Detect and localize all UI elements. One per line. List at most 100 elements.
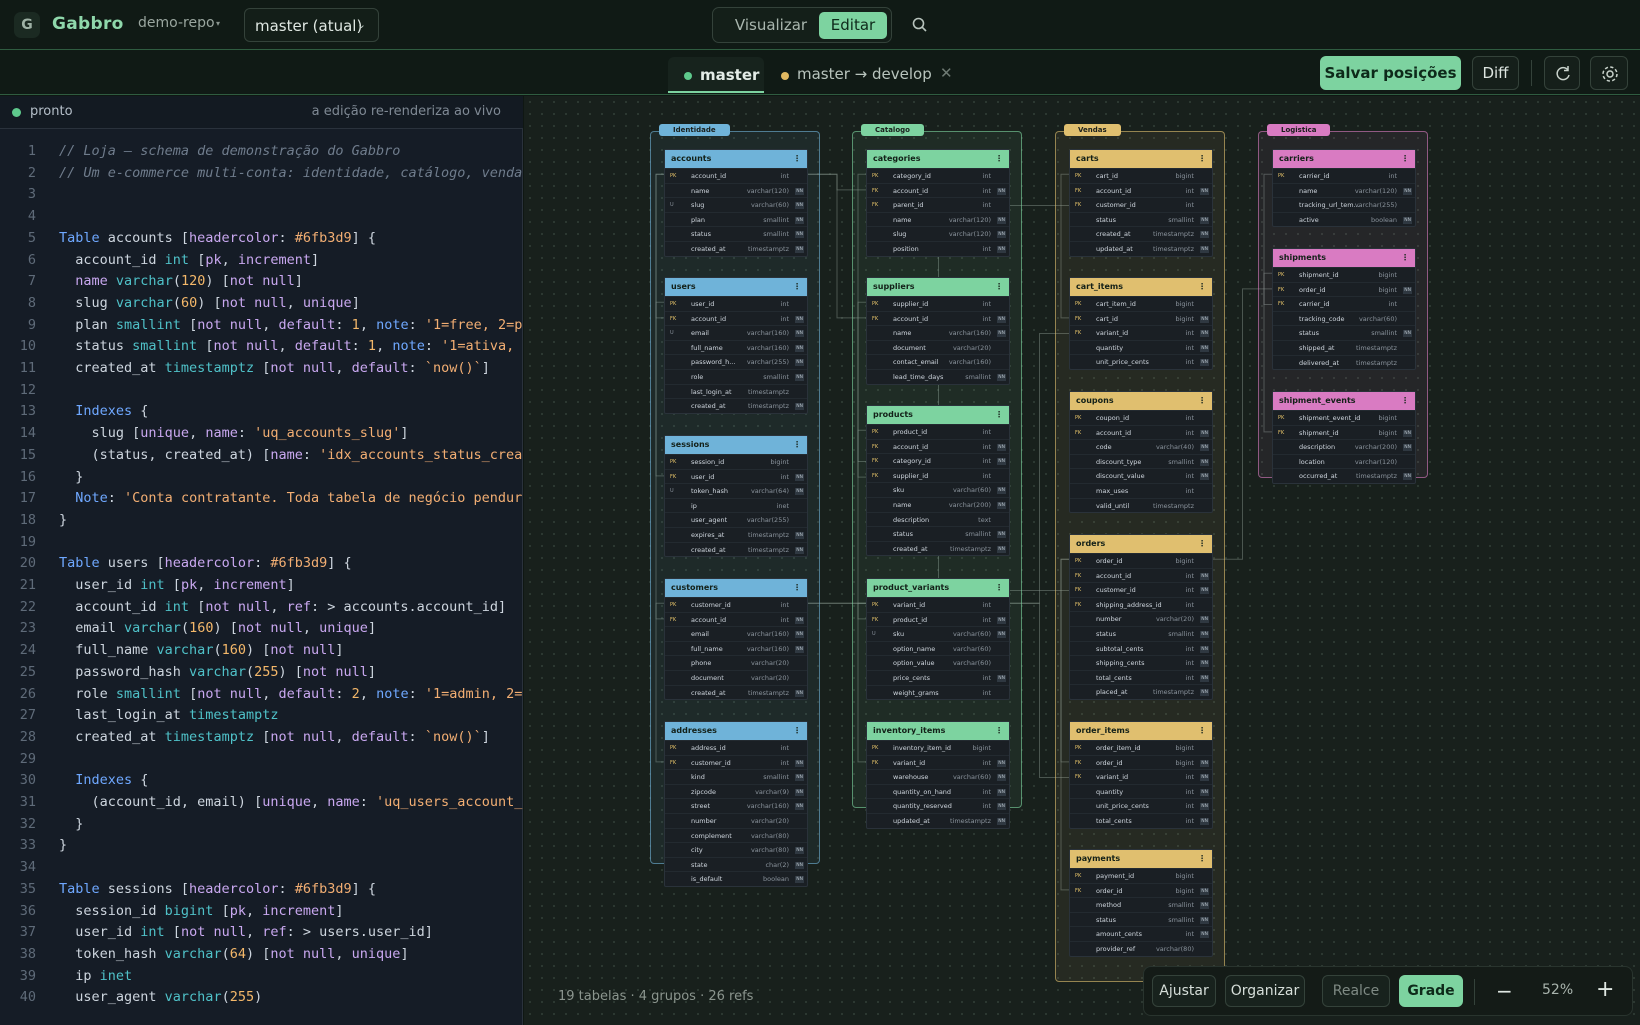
- table-row[interactable]: amount_cents int NN: [1070, 926, 1212, 941]
- table-row[interactable]: name varchar(120) NN: [665, 182, 807, 198]
- table-header[interactable]: categories ⋮: [867, 150, 1009, 168]
- table-menu-icon[interactable]: ⋮: [1198, 278, 1206, 296]
- table-cart_items[interactable]: cart_items ⋮ PK cart_item_id bigint FK cart_id…: [1069, 277, 1213, 370]
- table-row[interactable]: contact_email varchar(160): [867, 354, 1009, 369]
- table-row[interactable]: user_agent varchar(255): [665, 512, 807, 527]
- table-row[interactable]: updated_at timestamptz NN: [1070, 240, 1212, 256]
- table-menu-icon[interactable]: ⋮: [1198, 535, 1206, 553]
- table-row[interactable]: tracking_code varchar(60): [1273, 310, 1415, 326]
- close-icon[interactable]: ✕: [940, 64, 953, 82]
- code-line[interactable]: 18}: [0, 509, 523, 531]
- table-row[interactable]: Uemail varchar(160) NN: [665, 325, 807, 340]
- table-row[interactable]: email varchar(160) NN: [665, 626, 807, 641]
- highlight-button[interactable]: Realce: [1322, 975, 1390, 1007]
- organize-button[interactable]: Organizar: [1225, 975, 1305, 1007]
- code-line[interactable]: 21 user_id int [pk, increment]: [0, 574, 523, 596]
- table-row[interactable]: quantity int NN: [1070, 339, 1212, 355]
- table-row[interactable]: is_default boolean NN: [665, 871, 807, 886]
- table-row[interactable]: name varchar(160) NN: [867, 325, 1009, 340]
- table-row[interactable]: expires_at timestamptz NN: [665, 526, 807, 542]
- table-header[interactable]: carts ⋮: [1070, 150, 1212, 168]
- table-header[interactable]: coupons ⋮: [1070, 392, 1212, 410]
- table-menu-icon[interactable]: ⋮: [995, 722, 1003, 740]
- table-addresses[interactable]: addresses ⋮ PK address_id int FK customer_id in…: [664, 721, 808, 887]
- table-row[interactable]: FK account_id int NN: [1070, 182, 1212, 198]
- table-header[interactable]: cart_items ⋮: [1070, 278, 1212, 296]
- table-order_items[interactable]: order_items ⋮ PK order_item_id bigint FK order…: [1069, 721, 1213, 829]
- table-row[interactable]: complement varchar(80): [665, 827, 807, 843]
- table-row[interactable]: location varchar(120): [1273, 453, 1415, 469]
- code-line[interactable]: 33}: [0, 834, 523, 856]
- code-line[interactable]: 5 Table accounts [headercolor: #6fb3d9] {: [0, 227, 523, 249]
- table-row[interactable]: last_login_at timestamptz: [665, 383, 807, 399]
- code-line[interactable]: 12: [0, 379, 523, 401]
- table-row[interactable]: description text: [867, 511, 1009, 527]
- table-orders[interactable]: orders ⋮ PK order_id bigint FK account_id int NN…: [1069, 534, 1213, 700]
- group-label[interactable]: Identidade: [659, 124, 730, 136]
- tab-master[interactable]: master: [668, 57, 764, 93]
- table-row[interactable]: created_at timestamptz NN: [665, 398, 807, 413]
- table-header[interactable]: orders ⋮: [1070, 535, 1212, 553]
- table-row[interactable]: FK order_id bigint NN: [1070, 754, 1212, 770]
- code-line[interactable]: 8 slug varchar(60) [not null, unique]: [0, 292, 523, 314]
- code-line[interactable]: 2 // Um e-commerce multi-conta: identidad…: [0, 162, 523, 184]
- code-line[interactable]: 10 status smallint [not null, default: 1…: [0, 335, 523, 357]
- code-line[interactable]: 11 created_at timestamptz [not null, def…: [0, 357, 523, 379]
- table-product_variants[interactable]: product_variants ⋮ PK variant_id int FK produc…: [866, 578, 1010, 701]
- table-products[interactable]: products ⋮ PK product_id int FK account_id int N…: [866, 405, 1010, 557]
- table-row[interactable]: PK shipment_id bigint: [1273, 267, 1415, 282]
- table-users[interactable]: users ⋮ PK user_id int FK account_id int NN Uemai…: [664, 277, 808, 414]
- code-line[interactable]: 29: [0, 748, 523, 770]
- table-shipments[interactable]: shipments ⋮ PK shipment_id bigint FK order_id b…: [1272, 248, 1416, 371]
- table-row[interactable]: FK variant_id int NN: [1070, 769, 1212, 784]
- code-line[interactable]: 35 Table sessions [headercolor: #6fb3d9] …: [0, 878, 523, 900]
- diff-button[interactable]: Diff: [1472, 56, 1519, 90]
- table-row[interactable]: PK payment_id bigint: [1070, 868, 1212, 883]
- table-row[interactable]: Usku varchar(60) NN: [867, 626, 1009, 641]
- table-row[interactable]: zipcode varchar(9) NN: [665, 783, 807, 799]
- table-row[interactable]: created_at timestamptz NN: [665, 684, 807, 700]
- table-row[interactable]: price_cents int NN: [867, 669, 1009, 685]
- table-row[interactable]: subtotal_cents int NN: [1070, 640, 1212, 656]
- table-row[interactable]: tracking_url_tem... varchar(255): [1273, 197, 1415, 212]
- table-header[interactable]: sessions ⋮: [665, 436, 807, 454]
- table-header[interactable]: product_variants ⋮: [867, 579, 1009, 597]
- table-row[interactable]: PK account_id int: [665, 168, 807, 183]
- code-line[interactable]: 38 token_hash varchar(64) [not null, uni…: [0, 943, 523, 965]
- group-label[interactable]: Vendas: [1064, 124, 1121, 136]
- tab-merge[interactable]: master → develop: [797, 65, 932, 83]
- group-label[interactable]: Catalogo: [861, 124, 924, 136]
- table-menu-icon[interactable]: ⋮: [1401, 249, 1409, 267]
- table-header[interactable]: users ⋮: [665, 278, 807, 296]
- table-row[interactable]: FK customer_id int NN: [1070, 582, 1212, 597]
- table-menu-icon[interactable]: ⋮: [995, 278, 1003, 296]
- table-row[interactable]: created_at timestamptz NN: [665, 240, 807, 256]
- table-row[interactable]: FK account_id int NN: [867, 310, 1009, 326]
- code-line[interactable]: 9 plan smallint [not null, default: 1, n…: [0, 314, 523, 336]
- table-row[interactable]: option_value varchar(60): [867, 655, 1009, 670]
- table-row[interactable]: FK account_id int NN: [867, 438, 1009, 454]
- table-row[interactable]: PK inventory_item_id bigint: [867, 740, 1009, 755]
- table-row[interactable]: discount_value int NN: [1070, 468, 1212, 483]
- save-positions-button[interactable]: Salvar posições: [1320, 56, 1461, 90]
- table-row[interactable]: number varchar(20) NN: [1070, 611, 1212, 626]
- grid-button[interactable]: Grade: [1399, 975, 1463, 1007]
- table-row[interactable]: PK shipment_event_id bigint: [1273, 410, 1415, 425]
- table-row[interactable]: Utoken_hash varchar(64) NN: [665, 483, 807, 498]
- table-row[interactable]: PK session_id bigint: [665, 454, 807, 469]
- table-row[interactable]: unit_price_cents int NN: [1070, 798, 1212, 813]
- table-menu-icon[interactable]: ⋮: [995, 406, 1003, 424]
- table-row[interactable]: quantity_reserved int NN: [867, 798, 1009, 813]
- table-row[interactable]: FK variant_id int NN: [867, 754, 1009, 770]
- table-accounts[interactable]: accounts ⋮ PK account_id int name varchar(120)…: [664, 149, 808, 257]
- code-area[interactable]: 1 // Loja — schema de demonstração do Gab…: [0, 140, 523, 1025]
- mode-edit-button[interactable]: Editar: [819, 12, 887, 39]
- mode-view-button[interactable]: Visualizar: [719, 12, 823, 39]
- table-row[interactable]: FK shipping_address_id int: [1070, 596, 1212, 612]
- table-row[interactable]: PK address_id int: [665, 740, 807, 755]
- code-line[interactable]: 30 Indexes {: [0, 769, 523, 791]
- table-row[interactable]: FK shipment_id bigint NN: [1273, 424, 1415, 440]
- table-row[interactable]: PK product_id int: [867, 424, 1009, 439]
- search-icon[interactable]: [911, 16, 929, 34]
- table-inventory_items[interactable]: inventory_items ⋮ PK inventory_item_id bigin…: [866, 721, 1010, 829]
